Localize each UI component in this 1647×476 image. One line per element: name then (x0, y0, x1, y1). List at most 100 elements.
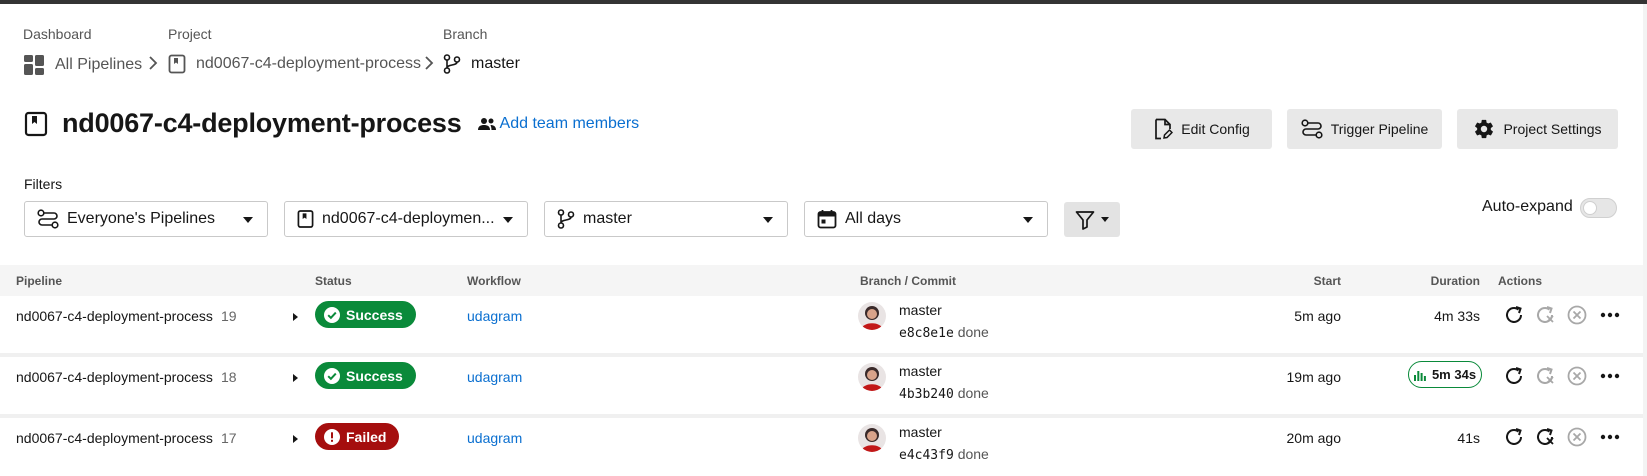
commit-message: done (957, 324, 989, 340)
expand-row-icon[interactable] (293, 435, 298, 443)
status-badge[interactable]: Success (315, 301, 416, 328)
commit-hash[interactable]: 4b3b240 (899, 387, 954, 402)
auto-expand-toggle[interactable] (1580, 198, 1617, 218)
pipelines-filter-select[interactable]: Everyone's Pipelines (24, 201, 268, 237)
project-icon (168, 54, 186, 74)
cancel-icon (1567, 305, 1587, 325)
rerun-button[interactable] (1502, 364, 1526, 388)
check-circle-icon (324, 367, 340, 384)
branch-name: master (899, 302, 942, 318)
status-label: Failed (346, 428, 387, 445)
chevron-right-icon (425, 56, 434, 70)
col-status: Status (315, 274, 352, 288)
project-settings-button[interactable]: Project Settings (1457, 109, 1618, 149)
table-header: Pipeline Status Workflow Branch / Commit… (0, 265, 1643, 296)
date-filter-select[interactable]: All days (804, 201, 1048, 237)
cancel-icon (1567, 427, 1587, 447)
branch-filter-value: master (583, 210, 632, 227)
pipeline-icon (1301, 119, 1323, 139)
toggle-knob (1583, 201, 1597, 215)
add-team-members-label: Add team members (499, 114, 640, 132)
rerun-button[interactable] (1502, 425, 1526, 449)
breadcrumb-dashboard: Dashboard All Pipelines (23, 26, 142, 76)
project-filter-select[interactable]: nd0067-c4-deploymen... (284, 201, 528, 237)
commit-hash[interactable]: e8c8e1e (899, 326, 954, 341)
branch-name: master (899, 363, 942, 379)
caret-down-icon (243, 217, 253, 223)
pipeline-name[interactable]: nd0067-c4-deployment-process (16, 430, 213, 446)
breadcrumb-dashboard-title: Dashboard (23, 26, 92, 42)
pipeline-icon (37, 209, 59, 229)
table-row[interactable]: nd0067-c4-deployment-process 19 Success … (0, 296, 1643, 353)
commit-hash[interactable]: e4c43f9 (899, 448, 954, 463)
breadcrumb-all-pipelines-link[interactable]: All Pipelines (23, 54, 142, 76)
edit-config-button[interactable]: Edit Config (1131, 109, 1272, 149)
avatar (858, 302, 886, 330)
breadcrumb-branch: Branch master (443, 26, 520, 74)
branch-filter-select[interactable]: master (544, 201, 788, 237)
chevron-right-icon (149, 56, 158, 70)
cancel-button[interactable] (1565, 425, 1589, 449)
commit-message: done (957, 446, 989, 462)
duration-insights-button[interactable]: 5m 34s (1408, 361, 1482, 388)
caret-down-icon (503, 217, 513, 223)
cancel-button[interactable] (1565, 364, 1589, 388)
project-icon (297, 210, 314, 228)
trigger-pipeline-label: Trigger Pipeline (1330, 121, 1429, 137)
auto-expand-label: Auto-expand (1482, 198, 1573, 215)
commit-info: e8c8e1e done (899, 324, 989, 341)
people-icon (477, 117, 496, 130)
workflow-link[interactable]: udagram (467, 369, 522, 385)
pipeline-number: 18 (221, 369, 237, 385)
status-badge[interactable]: Success (315, 362, 416, 389)
col-workflow: Workflow (467, 274, 521, 288)
breadcrumb-branch-link[interactable]: master (443, 54, 520, 74)
avatar (858, 363, 886, 391)
add-team-members-link[interactable]: Add team members (477, 114, 640, 133)
start-time: 19m ago (1286, 369, 1341, 385)
rerun-failed-button[interactable] (1533, 303, 1557, 327)
top-bar (0, 0, 1647, 4)
workflow-link[interactable]: udagram (467, 308, 522, 324)
pipeline-number: 19 (221, 308, 237, 324)
project-filter-value: nd0067-c4-deploymen... (322, 210, 495, 227)
col-duration: Duration (1430, 274, 1480, 288)
filters-label: Filters (24, 176, 63, 192)
more-actions-button[interactable] (1598, 303, 1622, 327)
scrollbar[interactable] (1643, 4, 1647, 476)
status-badge[interactable]: Failed (315, 423, 400, 450)
avatar (858, 424, 886, 452)
rerun-failed-button[interactable] (1533, 425, 1557, 449)
expand-row-icon[interactable] (293, 374, 298, 382)
rerun-failed-icon (1537, 428, 1554, 445)
rerun-icon (1506, 428, 1522, 445)
breadcrumb-project: Project nd0067-c4-deployment-process (168, 26, 421, 74)
col-start: Start (1313, 274, 1341, 288)
table-row[interactable]: nd0067-c4-deployment-process 18 Success … (0, 357, 1643, 414)
table-row[interactable]: nd0067-c4-deployment-process 17 Failed u… (0, 418, 1643, 475)
cancel-button[interactable] (1565, 303, 1589, 327)
trigger-pipeline-button[interactable]: Trigger Pipeline (1287, 109, 1442, 149)
caret-down-icon (763, 217, 773, 223)
more-filters-button[interactable] (1064, 202, 1120, 237)
breadcrumb-branch-title: Branch (443, 26, 488, 42)
workflow-link[interactable]: udagram (467, 430, 522, 446)
insights-icon (1413, 370, 1426, 381)
page-title: nd0067-c4-deployment-process (62, 108, 462, 138)
expand-row-icon[interactable] (293, 313, 298, 321)
duration: 41s (1457, 430, 1480, 446)
rerun-button[interactable] (1502, 303, 1526, 327)
breadcrumb-project-label: nd0067-c4-deployment-process (196, 55, 422, 72)
more-actions-button[interactable] (1598, 364, 1622, 388)
commit-info: e4c43f9 done (899, 446, 989, 463)
project-settings-label: Project Settings (1503, 121, 1602, 137)
pipelines-filter-value: Everyone's Pipelines (67, 210, 216, 227)
pipeline-name[interactable]: nd0067-c4-deployment-process (16, 308, 213, 324)
start-time: 20m ago (1286, 430, 1341, 446)
breadcrumb-project-link[interactable]: nd0067-c4-deployment-process (168, 54, 421, 74)
more-actions-button[interactable] (1598, 425, 1622, 449)
breadcrumb-branch-label: master (471, 55, 520, 72)
rerun-failed-button[interactable] (1533, 364, 1557, 388)
pipeline-name[interactable]: nd0067-c4-deployment-process (16, 369, 213, 385)
rerun-failed-icon (1537, 367, 1554, 384)
